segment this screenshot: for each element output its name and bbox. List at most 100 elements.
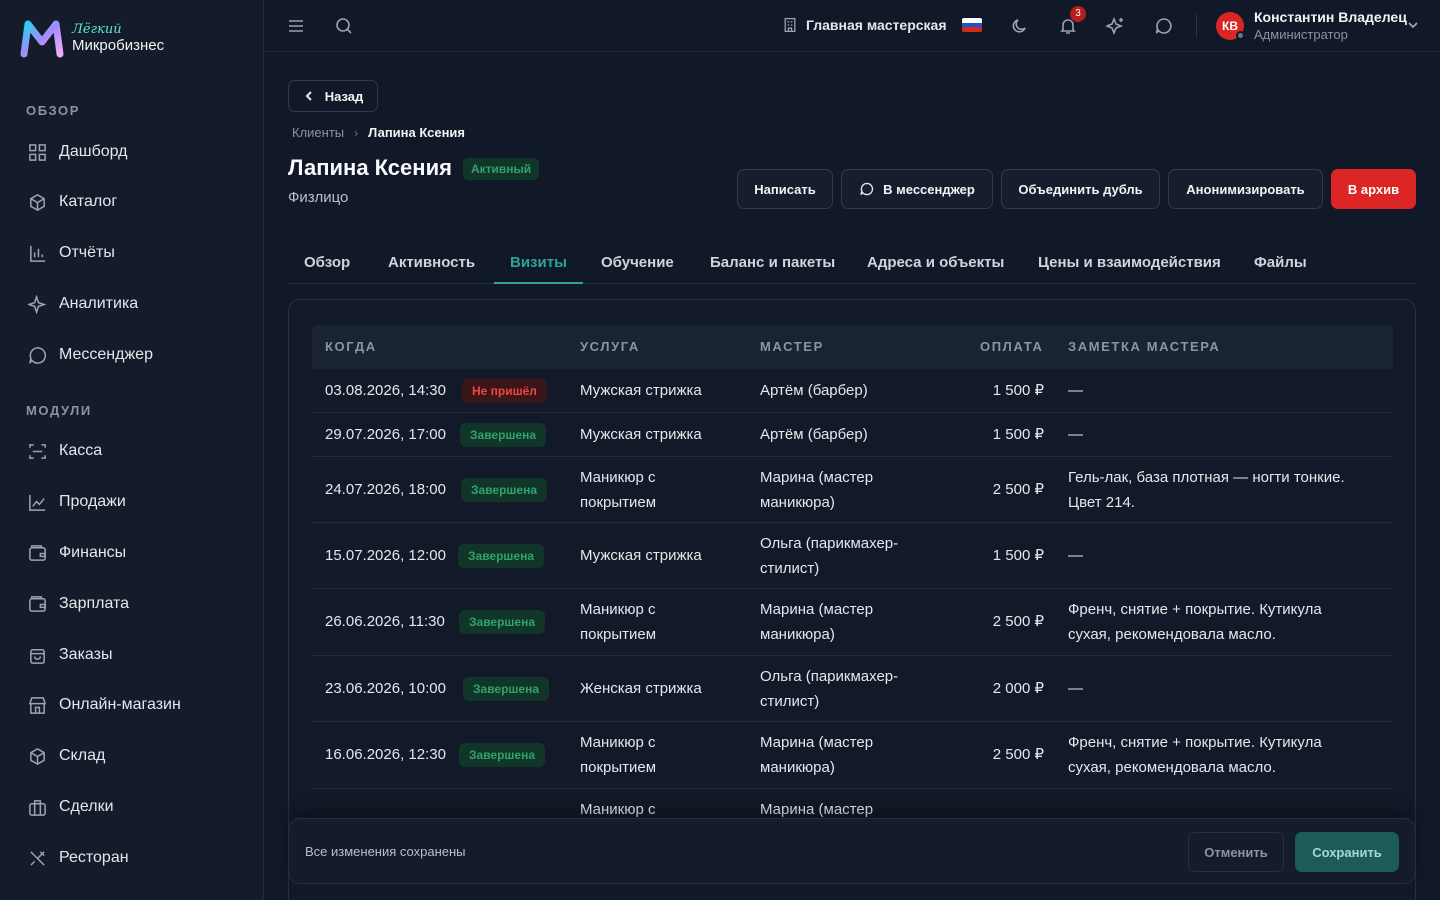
warehouse-icon — [30, 747, 45, 765]
column-service[interactable]: УСЛУГА — [580, 339, 640, 354]
visit-service: Маникюр с покрытием — [580, 601, 657, 643]
presence-dot — [1236, 31, 1245, 40]
visit-status-badge: Завершена — [459, 610, 546, 634]
tab-visits[interactable]: Визиты — [510, 254, 567, 271]
sidebar-item-salary[interactable]: Зарплата — [28, 592, 129, 616]
visit-note: — — [1068, 382, 1083, 399]
chevron-down-icon[interactable] — [1406, 18, 1420, 32]
tab-prices[interactable]: Цены и взаимодействия — [1038, 254, 1221, 271]
visit-when: 16.06.2026, 12:30 — [325, 746, 446, 763]
sidebar-item-cashbox[interactable]: Касса — [28, 439, 102, 463]
menu-icon[interactable] — [286, 16, 306, 36]
back-button[interactable]: Назад — [288, 80, 378, 112]
visit-when: 03.08.2026, 14:30 — [325, 382, 446, 399]
user-name[interactable]: Константин Владелец — [1254, 9, 1407, 25]
sidebar-item-reports[interactable]: Отчёты — [28, 241, 115, 265]
sidebar-item-restaurant[interactable]: Ресторан — [28, 846, 129, 870]
language-flag-icon[interactable] — [962, 18, 982, 32]
search-icon[interactable] — [334, 16, 354, 36]
sidebar-item-label: Зарплата — [59, 595, 130, 612]
workshop-selector[interactable]: Главная мастерская — [782, 17, 947, 33]
table-row[interactable]: 15.07.2026, 12:00 Завершена Мужская стри… — [312, 523, 1393, 589]
column-master[interactable]: МАСТЕР — [760, 339, 824, 354]
breadcrumb-clients-link[interactable]: Клиенты — [292, 125, 344, 140]
sidebar-item-label: Аналитика — [59, 295, 139, 312]
visit-payment: 2 500 ₽ — [992, 481, 1044, 498]
tab-training[interactable]: Обучение — [601, 254, 674, 271]
sidebar-item-deals[interactable]: Сделки — [28, 795, 114, 819]
brand-bottom: Микробизнес — [72, 37, 165, 54]
theme-moon-icon[interactable] — [1010, 16, 1030, 36]
nav-section-modules: МОДУЛИ — [26, 403, 92, 418]
sidebar-item-sales[interactable]: Продажи — [28, 490, 126, 514]
sidebar-item-analytics[interactable]: Аналитика — [28, 292, 138, 316]
visit-service: Мужская стрижка — [580, 382, 702, 399]
sidebar-item-catalog[interactable]: Каталог — [28, 190, 117, 214]
column-when[interactable]: КОГДА — [325, 339, 377, 354]
sidebar-item-label: Заказы — [59, 646, 113, 663]
visit-service: Мужская стрижка — [580, 426, 702, 443]
tab-balance[interactable]: Баланс и пакеты — [710, 254, 835, 271]
chat-icon[interactable] — [1154, 16, 1174, 36]
sidebar-item-messenger[interactable]: Мессенджер — [28, 343, 153, 367]
table-row[interactable]: 03.08.2026, 14:30 Не пришёл Мужская стри… — [312, 369, 1393, 413]
topbar-divider — [1196, 14, 1197, 38]
anonymize-button[interactable]: Анонимизировать — [1168, 169, 1323, 209]
table-row[interactable]: 24.07.2026, 18:00 Завершена Маникюр с по… — [312, 457, 1393, 523]
visit-note: Френч, снятие + покрытие. Кутикула сухая… — [1068, 734, 1322, 776]
save-bar: Все изменения сохранены Отменить Сохрани… — [288, 818, 1416, 884]
breadcrumb-separator-icon: › — [354, 125, 359, 140]
table-row[interactable]: 26.06.2026, 11:30 Завершена Маникюр с по… — [312, 589, 1393, 656]
visit-service: Мужская стрижка — [580, 547, 702, 564]
analytics-icon — [28, 294, 47, 314]
sidebar-item-label: Касса — [59, 442, 103, 459]
tab-addresses[interactable]: Адреса и объекты — [867, 254, 1004, 271]
sidebar-item-orders[interactable]: Заказы — [28, 643, 112, 667]
visit-when: 26.06.2026, 11:30 — [325, 613, 445, 630]
visit-master: Ольга (парикмахер-стилист) — [760, 535, 899, 577]
visit-master: Марина (мастер маникюра) — [760, 469, 874, 511]
sidebar-item-label: Ресторан — [59, 849, 129, 866]
anonymize-label: Анонимизировать — [1186, 181, 1305, 197]
save-status: Все изменения сохранены — [305, 844, 466, 859]
write-label: Написать — [754, 181, 816, 197]
merge-label: Объединить дубль — [1018, 181, 1143, 197]
table-row[interactable]: 29.07.2026, 17:00 Завершена Мужская стри… — [312, 413, 1393, 457]
tab-files[interactable]: Файлы — [1254, 254, 1307, 271]
visit-payment: 2 000 ₽ — [992, 680, 1044, 697]
sidebar-item-label: Склад — [59, 747, 106, 764]
table-row[interactable]: 23.06.2026, 10:00 Завершена Женская стри… — [312, 656, 1393, 722]
flag-stripe-red — [962, 27, 982, 32]
visit-status-badge: Завершена — [461, 478, 548, 502]
sales-icon — [29, 494, 46, 511]
visit-service: Маникюр с покрытием — [580, 734, 657, 776]
messenger-button[interactable]: В мессенджер — [841, 169, 993, 209]
tab-overview[interactable]: Обзор — [304, 254, 350, 271]
write-button[interactable]: Написать — [737, 169, 833, 209]
sidebar-item-warehouse[interactable]: Склад — [28, 744, 105, 768]
sidebar-item-label: Финансы — [59, 544, 127, 561]
visit-status-badge: Не пришёл — [462, 379, 547, 403]
sidebar-item-store[interactable]: Онлайн-магазин — [28, 693, 181, 717]
tab-activity[interactable]: Активность — [388, 254, 475, 271]
brand-logo[interactable]: Лёгкий Микробизнес — [20, 18, 164, 58]
visit-note: Гель-лак, база плотная — ногти тонкие. Ц… — [1068, 469, 1345, 511]
table-row[interactable]: 16.06.2026, 12:30 Завершена Маникюр с по… — [312, 722, 1393, 789]
visit-master: Марина (мастер маникюра) — [760, 601, 874, 643]
reports-icon — [30, 245, 46, 262]
column-note[interactable]: ЗАМЕТКА МАСТЕРА — [1068, 339, 1220, 354]
visit-note: — — [1068, 426, 1083, 443]
visit-payment: 2 500 ₽ — [992, 746, 1044, 763]
sidebar-item-finance[interactable]: Финансы — [28, 541, 126, 565]
user-role: Администратор — [1254, 27, 1348, 42]
visit-status-badge: Завершена — [460, 423, 547, 447]
save-button[interactable]: Сохранить — [1295, 832, 1399, 872]
sparkles-icon[interactable] — [1104, 16, 1126, 36]
visit-status-badge: Завершена — [459, 743, 546, 767]
archive-button[interactable]: В архив — [1331, 169, 1416, 209]
merge-duplicate-button[interactable]: Объединить дубль — [1001, 169, 1160, 209]
column-payment[interactable]: ОПЛАТА — [980, 339, 1043, 354]
sidebar-item-dashboard[interactable]: Дашборд — [28, 140, 128, 164]
cancel-button[interactable]: Отменить — [1188, 832, 1284, 872]
sidebar-item-label: Продажи — [59, 493, 126, 510]
